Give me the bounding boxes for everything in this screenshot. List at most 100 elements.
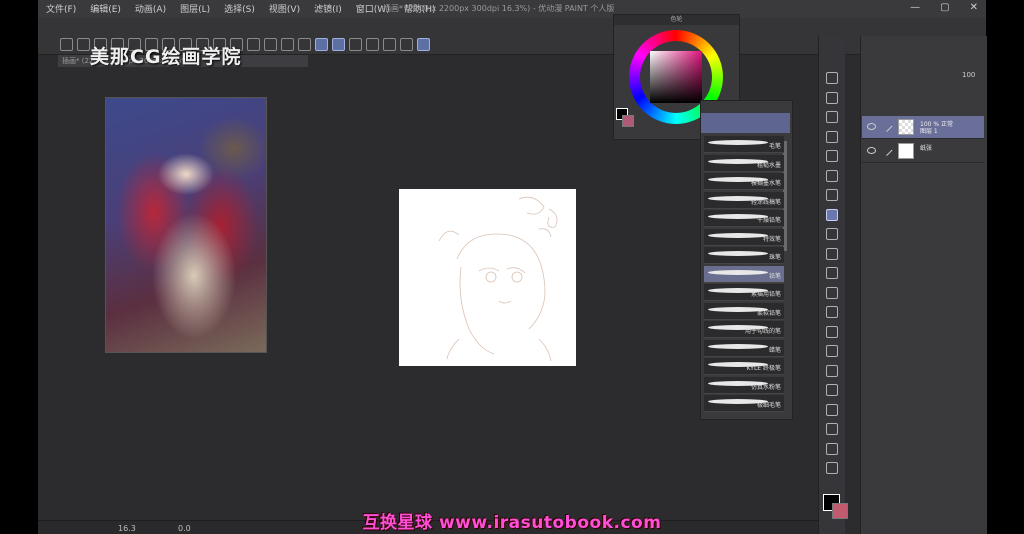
blend-icon[interactable] [826, 267, 838, 279]
background-color-swatch[interactable] [622, 115, 634, 127]
pen-icon[interactable] [826, 189, 838, 201]
brush-icon[interactable] [826, 228, 838, 240]
fill-icon[interactable] [247, 38, 260, 51]
frame-icon[interactable] [826, 384, 838, 396]
drawing-canvas[interactable] [399, 189, 576, 366]
ruler-icon[interactable] [826, 423, 838, 435]
airbrush-icon[interactable] [826, 247, 838, 260]
brush-item[interactable]: 仿真水粉笔 [704, 376, 784, 394]
brush-item[interactable]: 极细毛笔 [704, 395, 784, 412]
line-icon[interactable] [826, 442, 838, 455]
menu-file[interactable]: 文件(F) [46, 2, 76, 15]
brush-item[interactable]: 用于勾线的笔 [704, 321, 784, 338]
brush-item[interactable]: 模糊墨水笔 [704, 173, 784, 190]
brush-label: 用于勾线的笔 [744, 328, 781, 335]
sketch-lines [438, 196, 558, 362]
layer-name: 100 % 正常 图层 1 [920, 121, 953, 135]
brush-label: 毛笔 [768, 143, 781, 150]
brush-label: 轻涂线稿笔 [750, 198, 781, 206]
saturation-value-square[interactable] [650, 51, 702, 103]
brush-item[interactable]: KYLE 终极笔 [704, 358, 784, 375]
menu-bar: 文件(F) 编辑(E) 动画(A) 图层(L) 选择(S) 视图(V) 滤镜(I… [38, 0, 986, 19]
brush-stroke-preview [708, 343, 768, 349]
eye-icon[interactable] [867, 123, 876, 130]
layer-row[interactable]: 纸张 [862, 140, 984, 163]
brush-stroke-preview [708, 269, 768, 275]
move-icon[interactable] [826, 111, 838, 123]
brush-item[interactable]: 柔软铅笔 [704, 302, 784, 320]
edit-layer-icon [880, 119, 893, 133]
gradient-icon[interactable] [826, 345, 838, 357]
eye-icon[interactable] [867, 147, 876, 154]
footer-watermark: 互换星球 www.irasutobook.com [362, 513, 662, 533]
decoration-icon[interactable] [826, 306, 838, 318]
select-icon[interactable] [826, 150, 838, 162]
eyedropper-icon[interactable] [826, 169, 838, 182]
menu-filter[interactable]: 滤镜(I) [314, 2, 342, 15]
brush-item[interactable]: 素描用铅笔 [704, 284, 784, 301]
brush-label: 蜡笔 [768, 346, 781, 354]
close-button[interactable]: ✕ [970, 2, 978, 13]
window-title: 插画* (2200 x 2200px 300dpi 16.3%) - 优动漫 P… [383, 4, 615, 13]
open-icon[interactable] [77, 38, 90, 51]
snap-guide-icon[interactable] [315, 38, 328, 51]
lasso-icon[interactable] [826, 72, 838, 84]
snap-curve-icon[interactable] [332, 38, 345, 51]
brush-label: 仿真水粉笔 [750, 383, 781, 391]
brush-stroke-preview [708, 232, 768, 238]
brush-item[interactable]: 珠笔 [704, 247, 784, 264]
brush-item[interactable]: 蜡笔 [704, 339, 784, 357]
rotate-icon[interactable] [366, 38, 379, 51]
brush-label: 柔软铅笔 [756, 309, 781, 317]
layer-thumbnail [898, 143, 914, 159]
brush-item[interactable]: 铅笔 [704, 265, 784, 283]
fill-icon[interactable] [826, 325, 838, 338]
brush-item[interactable]: 粗糙水墨 [704, 154, 784, 172]
brush-item[interactable]: 毛笔 [704, 136, 784, 153]
watermark-top: 美那CG绘画学院 [90, 46, 242, 68]
brush-panel-header [701, 113, 790, 133]
hourglass-icon[interactable] [400, 38, 413, 51]
menu-edit[interactable]: 编辑(E) [90, 2, 121, 15]
menu-layer[interactable]: 图层(L) [180, 2, 210, 15]
brush-label: 珠笔 [768, 254, 781, 261]
rotate-icon[interactable] [826, 130, 838, 143]
pencil-icon[interactable] [826, 208, 838, 221]
brush-label: 粗糙水墨 [756, 161, 781, 169]
layer-thumbnail [898, 119, 914, 135]
brush-item[interactable]: 特效笔 [704, 228, 784, 246]
brush-label: 铅笔 [768, 272, 781, 280]
figure-icon[interactable] [826, 364, 838, 377]
snap-ruler-icon[interactable] [281, 38, 294, 51]
color-panel-title: 色轮 [614, 15, 739, 25]
border-icon[interactable] [264, 38, 277, 51]
brush-label: 极细毛笔 [756, 402, 781, 409]
stabilizer-icon[interactable] [349, 38, 362, 51]
brush-item[interactable]: 干燥铅笔 [704, 210, 784, 227]
maximize-button[interactable]: ▢ [940, 2, 949, 13]
brush-label: 特效笔 [762, 235, 781, 243]
menu-animation[interactable]: 动画(A) [135, 2, 166, 15]
brush-item[interactable]: 轻涂线稿笔 [704, 191, 784, 209]
layer-name: 纸张 [920, 145, 933, 152]
eraser-icon[interactable] [826, 286, 838, 299]
brush-label: 模糊墨水笔 [750, 180, 781, 187]
brush-label: 干燥铅笔 [756, 217, 781, 224]
brush-stroke-preview [708, 140, 768, 145]
window-controls: — ▢ ✕ [910, 2, 978, 13]
layer-panel [860, 36, 987, 534]
new-icon[interactable] [60, 38, 73, 51]
layer-opacity[interactable]: 100 [962, 71, 975, 79]
move-icon[interactable] [383, 38, 396, 51]
settings-icon[interactable] [417, 38, 430, 51]
zoom-icon[interactable] [826, 91, 838, 104]
main-menu: 文件(F) 编辑(E) 动画(A) 图层(L) 选择(S) 视图(V) 滤镜(I… [46, 2, 436, 15]
menu-view[interactable]: 视图(V) [269, 2, 300, 15]
text-icon[interactable] [826, 403, 838, 416]
correct-icon[interactable] [826, 462, 838, 474]
minimize-button[interactable]: — [910, 2, 920, 13]
edit-layer-icon [880, 143, 893, 157]
snap-special-icon[interactable] [298, 38, 311, 51]
menu-select[interactable]: 选择(S) [224, 2, 255, 15]
layer-row[interactable]: 100 % 正常 图层 1 [862, 116, 984, 139]
